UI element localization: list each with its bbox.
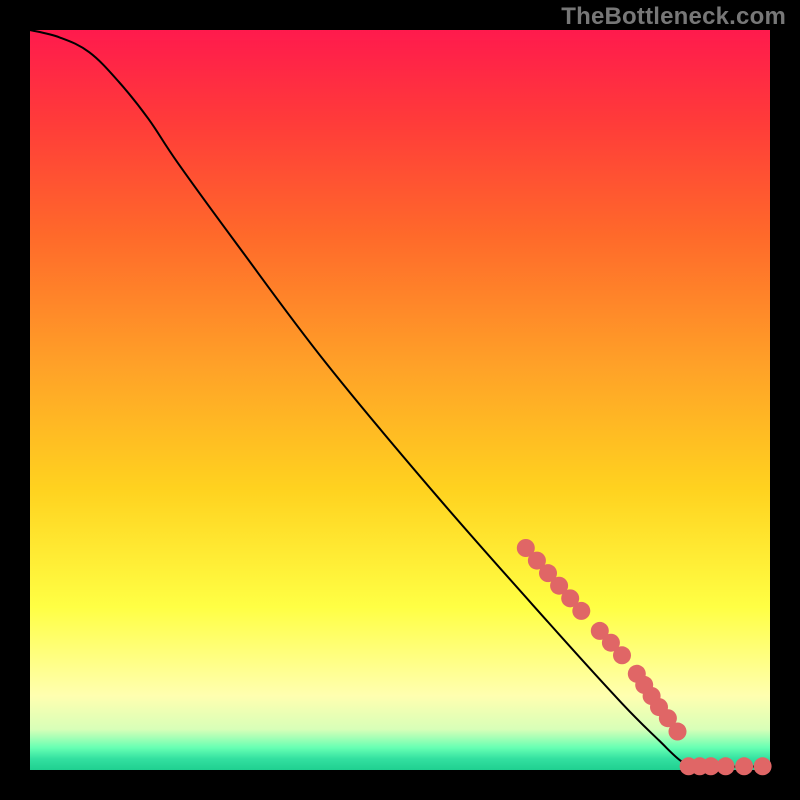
data-marker [735,757,753,775]
chart-svg [0,0,800,800]
chart-frame: { "watermark": "TheBottleneck.com", "plo… [0,0,800,800]
data-marker [572,602,590,620]
data-marker [717,757,735,775]
data-marker [613,646,631,664]
data-marker [669,723,687,741]
data-marker [754,757,772,775]
gradient-background [30,30,770,770]
